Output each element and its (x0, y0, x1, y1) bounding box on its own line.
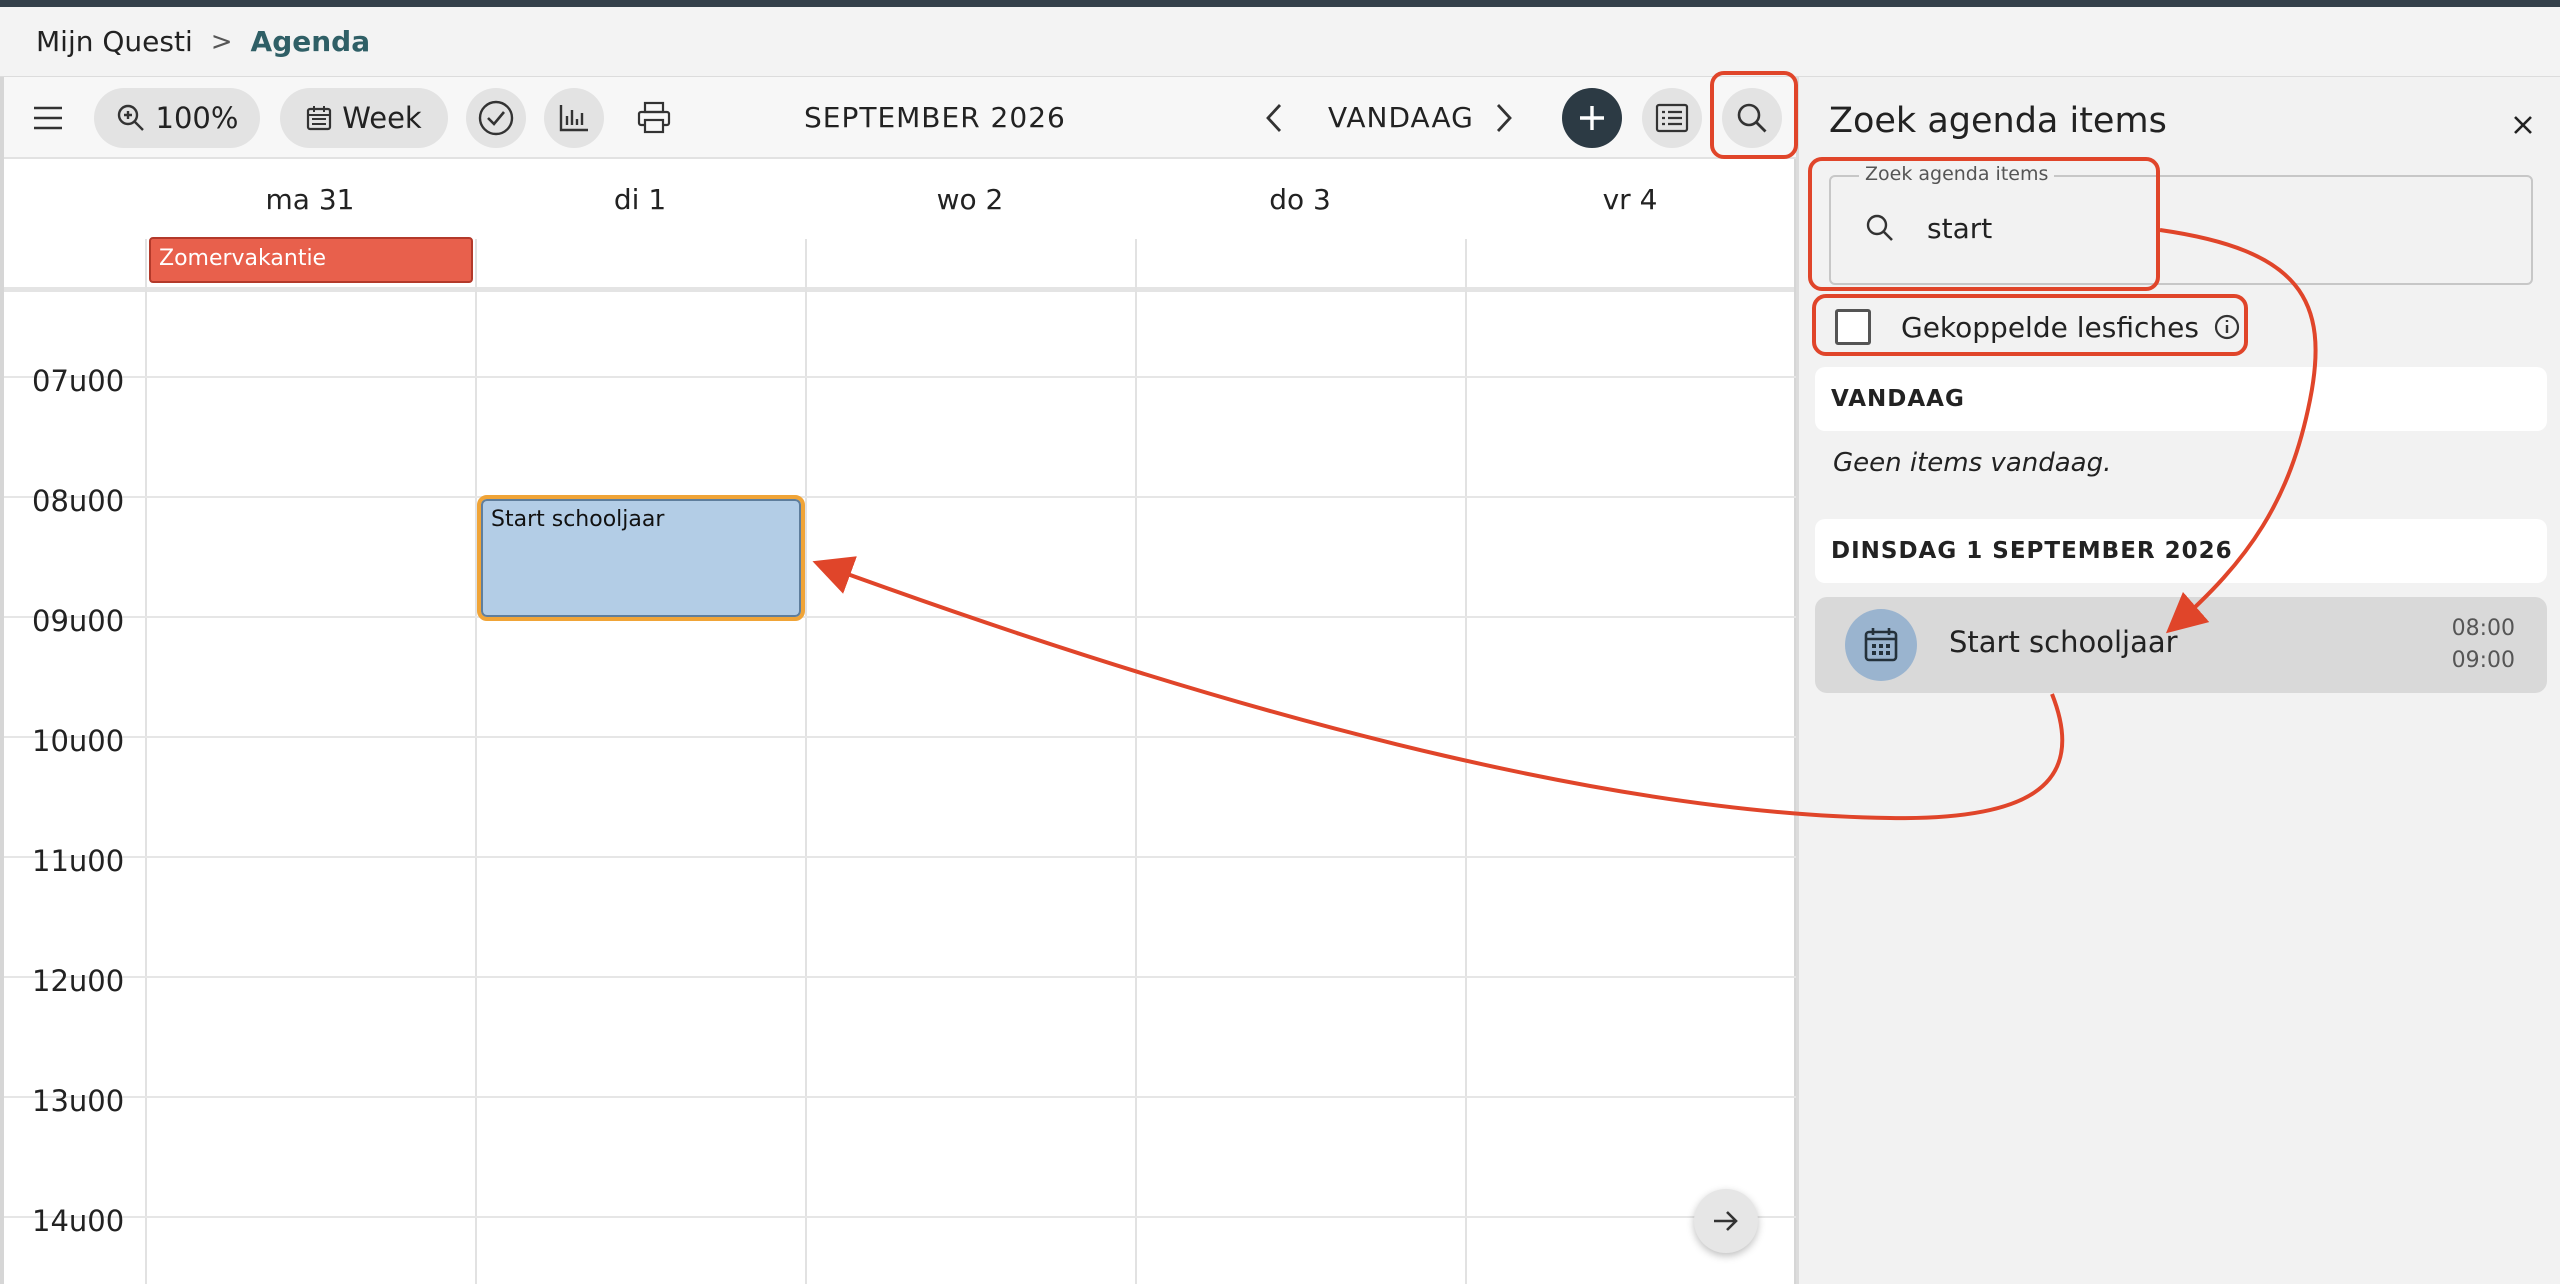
hour-line (4, 496, 1796, 498)
print-button[interactable] (624, 88, 684, 148)
week-calendar: ma 31 di 1 wo 2 do 3 vr 4 07u00 08u00 09… (4, 159, 1796, 1284)
section-today: VANDAAG (1815, 367, 2547, 431)
hour-line (4, 616, 1796, 618)
statistics-button[interactable] (544, 88, 604, 148)
month-label: SEPTEMBER 2026 (804, 101, 1066, 134)
column-line (805, 239, 807, 1284)
view-label: Week (342, 101, 422, 135)
hour-line (4, 1096, 1796, 1098)
empty-today-note: Geen items vandaag. (1833, 448, 2112, 478)
breadcrumb-current[interactable]: Agenda (251, 25, 371, 58)
zoom-in-icon (116, 103, 146, 133)
column-line (145, 239, 147, 1284)
day-header-wed[interactable]: wo 2 (805, 159, 1135, 239)
top-strip (0, 0, 2560, 7)
view-button[interactable]: Week (280, 88, 448, 148)
result-end-time: 09:00 (2451, 648, 2515, 673)
add-item-button[interactable] (1562, 88, 1622, 148)
chevron-left-icon (1266, 104, 1282, 132)
hour-line (4, 736, 1796, 738)
allday-separator (4, 287, 1796, 292)
column-line (1135, 239, 1137, 1284)
breadcrumb: Mijn Questi > Agenda (0, 7, 2560, 77)
check-circle-icon (478, 100, 514, 136)
column-line (475, 239, 477, 1284)
annotation-highlight-search-button (1710, 71, 1798, 159)
day-header-thu[interactable]: do 3 (1135, 159, 1465, 239)
hour-label: 07u00 (32, 364, 125, 398)
day-header-mon[interactable]: ma 31 (145, 159, 475, 239)
menu-button[interactable] (24, 88, 72, 148)
previous-week-button[interactable] (1250, 88, 1298, 148)
hour-label: 13u00 (32, 1084, 125, 1118)
zoom-button[interactable]: 100% (94, 88, 260, 148)
hour-label: 14u00 (32, 1204, 125, 1238)
bar-chart-icon (559, 105, 588, 132)
breadcrumb-root[interactable]: Mijn Questi (36, 25, 193, 58)
chevron-right-icon (1496, 104, 1512, 132)
result-start-time: 08:00 (2451, 616, 2515, 641)
calendar-toolbar: 100% Week SEPTEMBER 2026 VANDAAG (4, 77, 1796, 159)
tasks-button[interactable] (466, 88, 526, 148)
close-icon (2514, 116, 2532, 134)
hour-line (4, 976, 1796, 978)
arrow-right-icon (1714, 1211, 1738, 1231)
day-header-tue[interactable]: di 1 (475, 159, 805, 239)
hour-label: 11u00 (32, 844, 125, 878)
annotation-highlight-search-input (1808, 157, 2160, 291)
calendar-icon (306, 104, 332, 132)
panel-title: Zoek agenda items (1829, 101, 2167, 141)
plus-icon (1580, 106, 1604, 130)
printer-icon (637, 101, 671, 134)
calendar-event[interactable]: Start schooljaar (477, 495, 805, 621)
hour-label: 10u00 (32, 724, 125, 758)
hour-label: 09u00 (32, 604, 125, 638)
hour-label: 12u00 (32, 964, 125, 998)
allday-event[interactable]: Zomervakantie (149, 237, 473, 283)
hour-label: 08u00 (32, 484, 125, 518)
hour-line (4, 1216, 1796, 1218)
calendar-icon (1845, 609, 1917, 681)
close-panel-button[interactable] (2503, 105, 2543, 145)
day-header-fri[interactable]: vr 4 (1465, 159, 1795, 239)
breadcrumb-separator: > (210, 26, 233, 57)
next-week-button[interactable] (1480, 88, 1528, 148)
hamburger-icon (34, 106, 62, 130)
list-view-button[interactable] (1642, 88, 1702, 148)
result-title: Start schooljaar (1949, 625, 2178, 659)
today-button[interactable]: VANDAAG (1328, 88, 1474, 148)
result-time: 08:00 09:00 (2452, 613, 2515, 677)
section-date: DINSDAG 1 SEPTEMBER 2026 (1815, 519, 2547, 583)
annotation-highlight-checkbox (1812, 294, 2248, 356)
column-line (1465, 239, 1467, 1284)
hour-line (4, 856, 1796, 858)
list-icon (1655, 103, 1689, 133)
hour-line (4, 376, 1796, 378)
search-result-item[interactable]: Start schooljaar 08:00 09:00 (1815, 597, 2547, 693)
zoom-label: 100% (155, 101, 239, 135)
scroll-next-button[interactable] (1694, 1189, 1758, 1253)
